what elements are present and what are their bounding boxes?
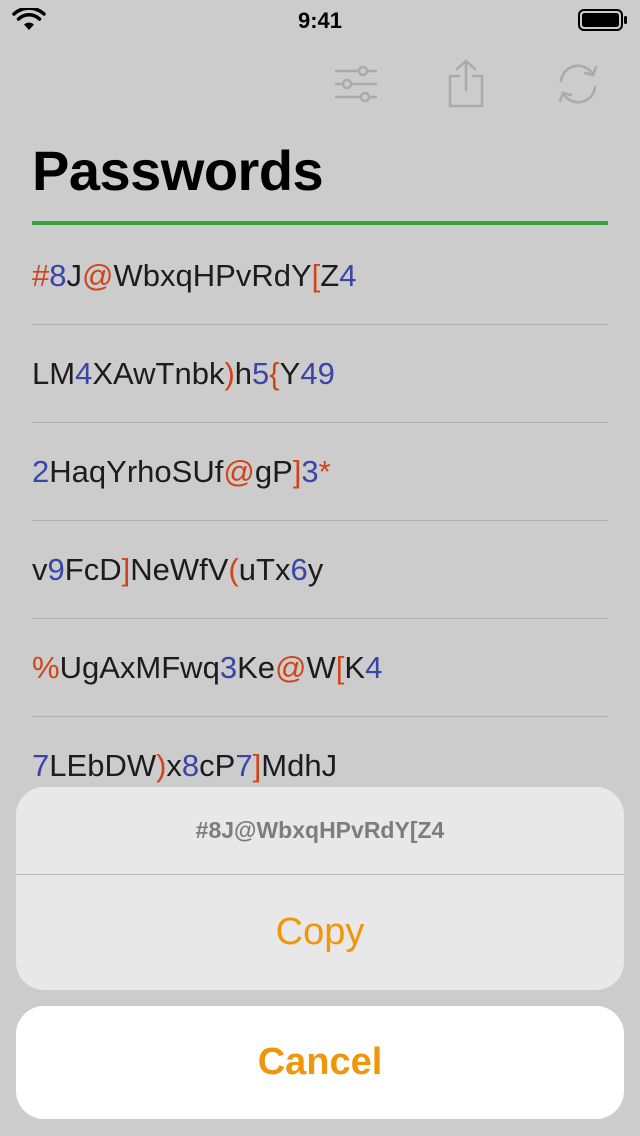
status-time: 9:41 <box>297 8 343 33</box>
password-row[interactable]: v9FcD]NeWfV(uTx6y <box>32 521 608 619</box>
cancel-button[interactable]: Cancel <box>16 1006 624 1119</box>
page-title: Passwords <box>32 139 324 202</box>
password-text: #8J@WbxqHPvRdY[Z4 <box>32 257 357 293</box>
share-button[interactable] <box>440 58 492 110</box>
password-row[interactable]: #8J@WbxqHPvRdY[Z4 <box>32 227 608 325</box>
copy-button[interactable]: Copy <box>16 875 624 990</box>
password-row[interactable]: LM4XAwTnbk)h5{Y49 <box>32 325 608 423</box>
title-divider <box>32 221 608 225</box>
filter-button[interactable] <box>330 58 382 110</box>
password-row[interactable]: %UgAxMFwq3Ke@W[K4 <box>32 619 608 717</box>
sliders-icon <box>335 65 377 103</box>
password-row[interactable]: 2HaqYrhoSUf@gP]3* <box>32 423 608 521</box>
status-bar: 9:41 <box>0 0 640 40</box>
password-text: 7LEbDW)x8cP7]MdhJ <box>32 747 338 783</box>
action-sheet-message: #8J@WbxqHPvRdY[Z4 <box>16 787 624 875</box>
refresh-button[interactable] <box>552 58 604 110</box>
refresh-icon <box>558 64 598 104</box>
password-text: %UgAxMFwq3Ke@W[K4 <box>32 649 383 685</box>
action-sheet: #8J@WbxqHPvRdY[Z4 Copy <box>16 787 624 990</box>
password-text: LM4XAwTnbk)h5{Y49 <box>32 355 335 391</box>
share-icon <box>448 59 484 108</box>
password-list: #8J@WbxqHPvRdY[Z4 LM4XAwTnbk)h5{Y49 2Haq… <box>32 227 608 815</box>
password-text: 2HaqYrhoSUf@gP]3* <box>32 453 331 489</box>
password-text: v9FcD]NeWfV(uTx6y <box>32 551 324 587</box>
battery-icon <box>578 9 627 31</box>
